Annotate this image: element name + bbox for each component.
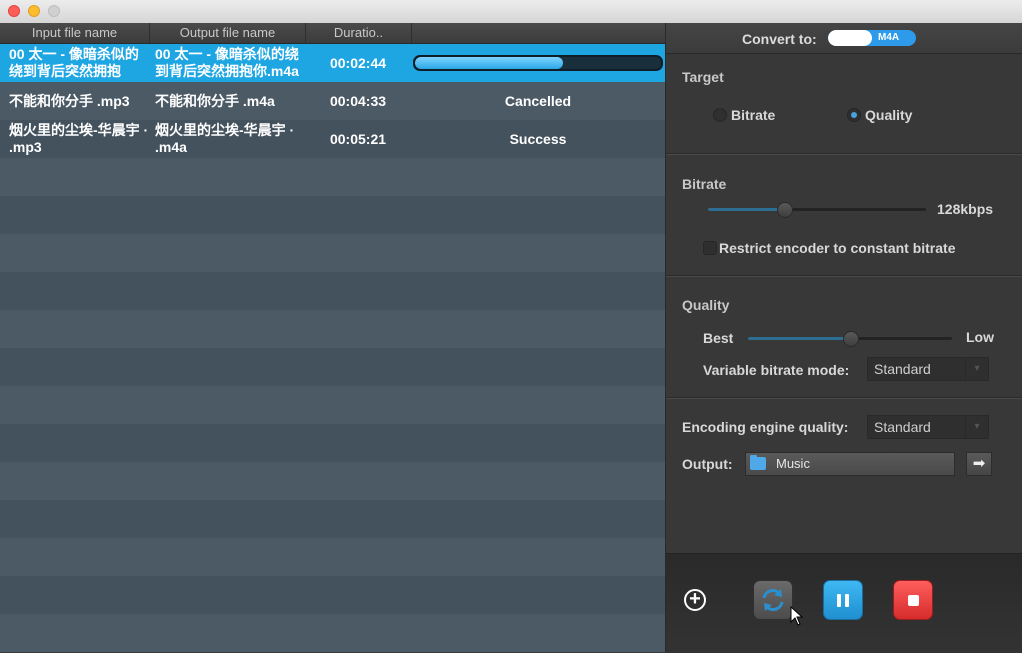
input-file-name: 烟火里的尘埃-华晨宇 · .mp3 xyxy=(9,122,149,155)
restrict-bitrate-label[interactable]: Restrict encoder to constant bitrate xyxy=(719,240,956,256)
dropdown-arrow-icon: ▾ xyxy=(965,416,988,438)
settings-panel: Convert to: M4A Target Bitrate Quality B… xyxy=(665,23,1022,653)
conversion-progress-bar xyxy=(413,55,663,71)
column-header-status xyxy=(412,23,665,43)
duration: 00:05:21 xyxy=(329,131,387,147)
pause-button[interactable] xyxy=(823,580,863,620)
empty-table-row xyxy=(0,348,665,386)
quality-slider-knob[interactable] xyxy=(843,331,859,347)
encoding-output-section: Encoding engine quality: Standard ▾ Outp… xyxy=(666,398,1022,553)
format-label: M4A xyxy=(878,32,900,43)
empty-table-row xyxy=(0,272,665,310)
empty-table-row xyxy=(0,500,665,538)
table-row[interactable]: 不能和你分手 .mp3 不能和你分手 .m4a 00:04:33 Cancell… xyxy=(0,82,665,120)
target-section: Target Bitrate Quality xyxy=(666,54,1022,154)
output-file-name: 烟火里的尘埃-华晨宇 · .m4a xyxy=(155,122,295,155)
mouse-cursor-icon xyxy=(790,606,804,626)
plus-icon: + xyxy=(689,588,701,610)
vbr-mode-label: Variable bitrate mode: xyxy=(703,362,850,378)
minimize-window-button[interactable] xyxy=(28,5,40,17)
encoding-quality-value: Standard xyxy=(874,419,931,435)
duration: 00:04:33 xyxy=(329,93,387,109)
table-row[interactable]: 烟火里的尘埃-华晨宇 · .mp3 烟火里的尘埃-华晨宇 · .m4a 00:0… xyxy=(0,120,665,158)
bitrate-radio[interactable] xyxy=(713,108,727,122)
zoom-window-button[interactable] xyxy=(48,5,60,17)
close-window-button[interactable] xyxy=(8,5,20,17)
stop-button[interactable] xyxy=(893,580,933,620)
convert-to-label: Convert to: xyxy=(742,31,817,47)
dropdown-arrow-icon: ▾ xyxy=(965,358,988,380)
column-header-input[interactable]: Input file name xyxy=(0,23,150,43)
status-text: Success xyxy=(509,131,567,147)
add-files-button[interactable]: + xyxy=(684,589,706,611)
folder-icon xyxy=(750,455,766,470)
bottom-toolbar: + xyxy=(666,553,1022,653)
quality-section: Quality Best Low Variable bitrate mode: … xyxy=(666,276,1022,398)
output-folder-field[interactable]: Music xyxy=(745,452,955,476)
table-header: Input file name Output file name Duratio… xyxy=(0,23,665,44)
empty-table-row xyxy=(0,310,665,348)
quality-radio[interactable] xyxy=(847,108,861,122)
input-file-name: 00 太一 - 像暗杀似的绕到背后突然拥抱 xyxy=(9,46,139,79)
format-pill-knob xyxy=(828,30,872,46)
duration: 00:02:44 xyxy=(329,55,387,71)
empty-rows xyxy=(0,158,665,652)
column-header-output[interactable]: Output file name xyxy=(150,23,306,43)
bitrate-slider-knob[interactable] xyxy=(777,202,794,218)
table-body: 00 太一 - 像暗杀似的绕到背后突然拥抱 00 太一 - 像暗杀似的绕到背后突… xyxy=(0,44,665,652)
restrict-bitrate-checkbox[interactable] xyxy=(703,241,717,255)
status-cell xyxy=(412,44,664,82)
progress-fill xyxy=(415,57,563,69)
convert-to-bar: Convert to: M4A xyxy=(666,23,1022,54)
empty-table-row xyxy=(0,234,665,272)
output-file-name: 00 太一 - 像暗杀似的绕到背后突然拥抱你.m4a xyxy=(155,46,299,79)
empty-table-row xyxy=(0,538,665,576)
table-row[interactable]: 00 太一 - 像暗杀似的绕到背后突然拥抱 00 太一 - 像暗杀似的绕到背后突… xyxy=(0,44,665,82)
bitrate-value: 128kbps xyxy=(937,201,994,217)
quality-best-label: Best xyxy=(703,330,734,346)
format-selector[interactable]: M4A xyxy=(828,30,916,46)
status-text: Cancelled xyxy=(504,93,572,109)
encoding-quality-select[interactable]: Standard ▾ xyxy=(867,415,989,439)
bitrate-title: Bitrate xyxy=(682,176,727,192)
quality-slider-fill xyxy=(748,337,850,340)
empty-table-row xyxy=(0,196,665,234)
stop-icon xyxy=(908,595,919,606)
quality-slider[interactable] xyxy=(748,331,952,347)
empty-table-row xyxy=(0,386,665,424)
file-list-panel: Input file name Output file name Duratio… xyxy=(0,23,665,652)
empty-table-row xyxy=(0,614,665,652)
bitrate-radio-label[interactable]: Bitrate xyxy=(731,107,775,123)
bitrate-slider-fill xyxy=(708,208,785,211)
quality-title: Quality xyxy=(682,297,730,313)
title-bar xyxy=(0,0,1022,24)
empty-table-row xyxy=(0,158,665,196)
bitrate-slider[interactable] xyxy=(708,202,926,218)
encoding-quality-label: Encoding engine quality: xyxy=(682,419,849,435)
empty-table-row xyxy=(0,576,665,614)
refresh-icon xyxy=(762,589,784,611)
quality-low-label: Low xyxy=(966,329,994,345)
input-file-name: 不能和你分手 .mp3 xyxy=(9,92,130,109)
vbr-mode-value: Standard xyxy=(874,361,931,377)
column-header-duration[interactable]: Duratio.. xyxy=(306,23,412,43)
empty-table-row xyxy=(0,462,665,500)
quality-radio-label[interactable]: Quality xyxy=(865,107,912,123)
arrow-right-icon: ➡ xyxy=(972,455,986,472)
empty-table-row xyxy=(0,424,665,462)
vbr-mode-select[interactable]: Standard ▾ xyxy=(867,357,989,381)
output-folder-name: Music xyxy=(776,456,810,471)
convert-button[interactable] xyxy=(753,580,793,620)
bitrate-section: Bitrate 128kbps Restrict encoder to cons… xyxy=(666,154,1022,276)
target-title: Target xyxy=(682,69,724,85)
open-output-folder-button[interactable]: ➡ xyxy=(966,452,992,476)
output-file-name: 不能和你分手 .m4a xyxy=(155,92,275,109)
output-label: Output: xyxy=(682,456,733,472)
